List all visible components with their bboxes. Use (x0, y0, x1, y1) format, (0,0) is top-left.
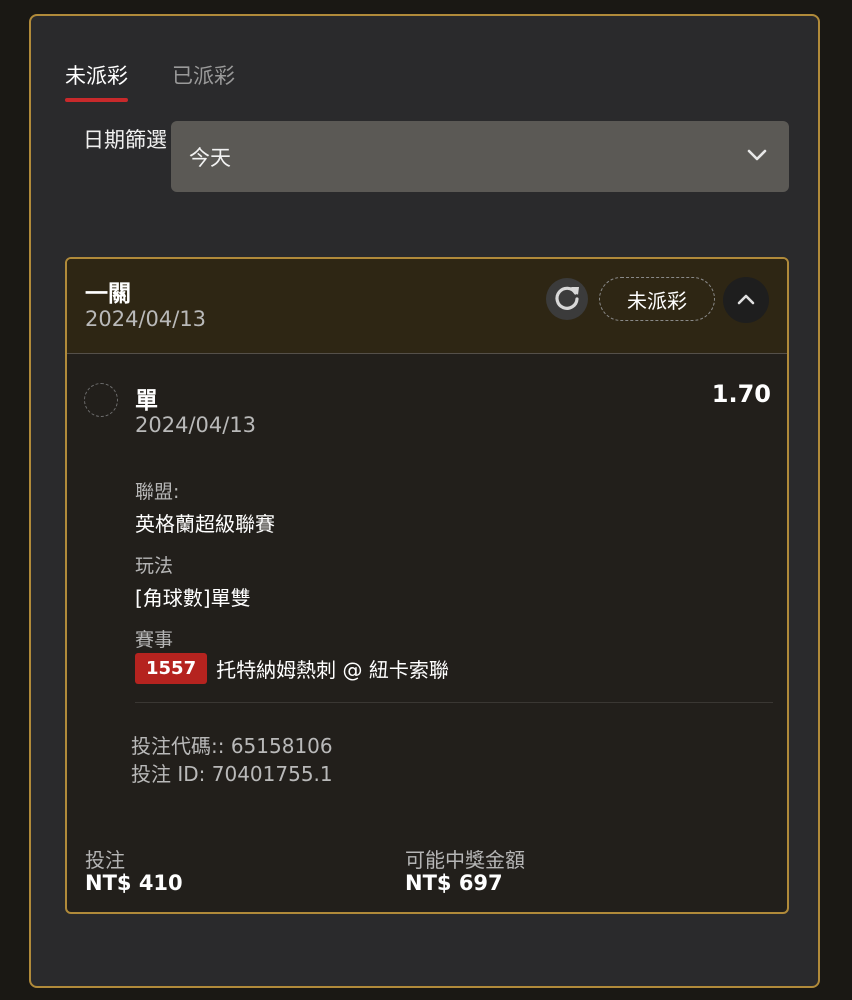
league-label: 聯盟: (135, 481, 180, 503)
bet-card: 一關 2024/04/13 未派彩 單 1.70 2024/04/13 聯盟: … (65, 257, 789, 914)
divider (135, 702, 773, 703)
status-badge: 未派彩 (599, 277, 715, 321)
play-label: 玩法 (135, 555, 174, 577)
date-filter-value: 今天 (189, 145, 231, 170)
tab-settled[interactable]: 已派彩 (172, 60, 235, 102)
event-id-badge: 1557 (135, 653, 208, 684)
event-name: 托特納姆熱刺 @ 紐卡索聯 (216, 658, 449, 682)
stake-label: 投注 (85, 848, 125, 872)
bet-id: 投注 ID: 70401755.1 (131, 762, 333, 786)
payout-label: 可能中獎金額 (405, 848, 525, 872)
league-value: 英格蘭超級聯賽 (135, 512, 275, 536)
bet-odds: 1.70 (711, 380, 771, 408)
date-filter-select[interactable]: 今天 (171, 121, 789, 192)
bet-card-title: 一關 (85, 281, 131, 307)
date-filter-label: 日期篩選 (83, 128, 167, 152)
bet-history-panel: 未派彩 已派彩 日期篩選 今天 一關 2024/04/13 未派彩 單 1.70… (29, 14, 820, 988)
stake-value: NT$ 410 (85, 871, 183, 895)
refresh-button[interactable] (546, 278, 588, 320)
refresh-icon (555, 286, 579, 310)
payout-value: NT$ 697 (405, 871, 503, 895)
status-tabs: 未派彩 已派彩 (65, 60, 235, 102)
bet-card-date: 2024/04/13 (85, 307, 207, 331)
bet-card-header: 一關 2024/04/13 未派彩 (67, 259, 787, 354)
bet-selection-date: 2024/04/13 (135, 413, 257, 437)
selection-radio[interactable] (84, 383, 118, 417)
bet-code: 投注代碼:: 65158106 (131, 734, 333, 758)
chevron-up-icon (737, 294, 755, 305)
chevron-down-icon (747, 149, 767, 161)
play-value: [角球數]單雙 (135, 586, 251, 610)
tab-unsettled[interactable]: 未派彩 (65, 60, 128, 102)
event-row: 1557 托特納姆熱刺 @ 紐卡索聯 (135, 653, 449, 684)
collapse-button[interactable] (723, 277, 769, 323)
event-label: 賽事 (135, 629, 174, 651)
bet-selection-type: 單 (135, 388, 158, 414)
